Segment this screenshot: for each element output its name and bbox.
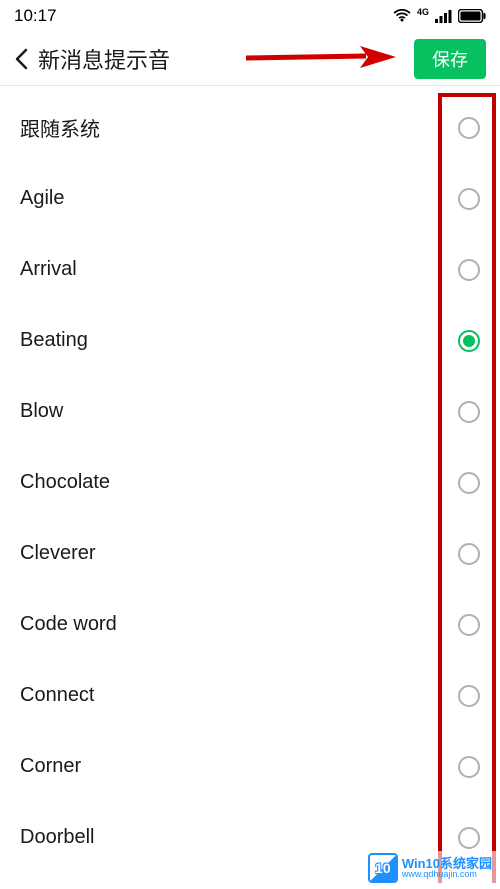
save-button[interactable]: 保存 [414,39,486,79]
radio-indicator[interactable] [458,756,480,778]
status-bar: 10:17 4G [0,0,500,32]
radio-indicator[interactable] [458,685,480,707]
chevron-left-icon [14,48,28,70]
list-item[interactable]: Chocolate [0,447,500,518]
battery-icon [458,9,486,23]
network-type: 4G [417,7,429,17]
radio-indicator[interactable] [458,472,480,494]
radio-indicator[interactable] [458,259,480,281]
sound-label: Connect [20,684,95,707]
status-icons: 4G [393,9,486,23]
sound-label: Corner [20,755,81,778]
radio-indicator[interactable] [458,827,480,849]
sound-label: Chocolate [20,471,110,494]
radio-indicator[interactable] [458,401,480,423]
radio-indicator[interactable] [458,543,480,565]
sound-label: Code word [20,613,117,636]
watermark-sub: www.qdhuajin.com [402,870,492,879]
list-item[interactable]: Connect [0,660,500,731]
page-title: 新消息提示音 [38,43,170,75]
list-item[interactable]: Code word [0,589,500,660]
radio-indicator[interactable] [458,330,480,352]
sound-label: Blow [20,400,63,423]
signal-icon [435,10,452,23]
back-button[interactable] [14,48,28,70]
watermark: 10 Win10系统家园 www.qdhuajin.com [364,851,496,885]
sound-label: Agile [20,187,64,210]
header: 新消息提示音 保存 [0,32,500,86]
list-item[interactable]: Corner [0,731,500,802]
sound-label: 跟随系统 [20,113,100,142]
radio-indicator[interactable] [458,614,480,636]
list-item[interactable]: Agile [0,163,500,234]
list-item[interactable]: Blow [0,376,500,447]
sound-label: Cleverer [20,542,96,565]
watermark-logo: 10 [368,853,398,883]
radio-indicator[interactable] [458,188,480,210]
sound-label: Beating [20,329,88,352]
status-time: 10:17 [14,6,57,26]
sound-list: 跟随系统 Agile Arrival Beating Blow Chocolate Clev… [0,86,500,873]
list-item[interactable]: Beating [0,305,500,376]
list-item[interactable]: Cleverer [0,518,500,589]
wifi-icon [393,9,411,23]
list-item[interactable]: 跟随系统 [0,92,500,163]
sound-label: Doorbell [20,826,94,849]
sound-label: Arrival [20,258,77,281]
list-item[interactable]: Arrival [0,234,500,305]
radio-indicator[interactable] [458,117,480,139]
